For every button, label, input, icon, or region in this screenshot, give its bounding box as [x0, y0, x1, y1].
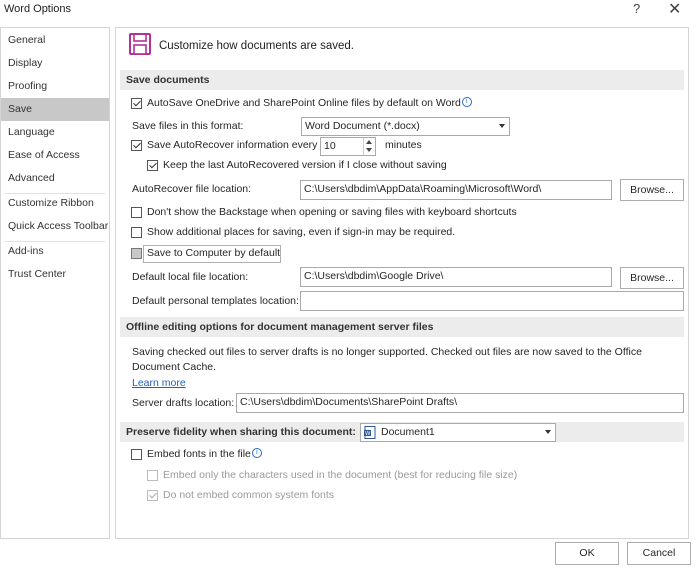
- sidebar: General Display Proofing Save Language E…: [0, 27, 110, 539]
- sidebar-item-proofing[interactable]: Proofing: [1, 75, 109, 98]
- autorecover-checkbox[interactable]: [131, 140, 142, 151]
- cancel-button[interactable]: Cancel: [627, 542, 691, 565]
- autorecover-location-input[interactable]: C:\Users\dbdim\AppData\Roaming\Microsoft…: [300, 180, 612, 200]
- save-to-computer-checkbox[interactable]: [131, 248, 142, 259]
- autosave-row: AutoSave OneDrive and SharePoint Online …: [147, 97, 472, 109]
- offline-notice: Saving checked out files to server draft…: [132, 346, 642, 373]
- drafts-value: C:\Users\dbdim\Documents\SharePoint Draf…: [240, 396, 458, 408]
- sidebar-item-ease-of-access[interactable]: Ease of Access: [1, 144, 109, 167]
- chevron-down-icon: [545, 430, 551, 434]
- sidebar-item-add-ins[interactable]: Add-ins: [1, 240, 109, 263]
- close-button[interactable]: ✕: [668, 0, 681, 19]
- no-common-fonts-label: Do not embed common system fonts: [163, 489, 334, 501]
- title-bar: Word Options ? ✕: [0, 0, 696, 22]
- sidebar-item-quick-access-toolbar[interactable]: Quick Access Toolbar: [1, 215, 109, 238]
- spinner-arrows-icon[interactable]: [363, 138, 375, 155]
- browse-local-button[interactable]: Browse...: [620, 267, 684, 289]
- format-value: Word Document (*.docx): [305, 120, 420, 132]
- sidebar-item-trust-center[interactable]: Trust Center: [1, 263, 109, 286]
- autorecover-label: Save AutoRecover information every: [147, 139, 318, 151]
- default-local-label: Default local file location:: [132, 271, 249, 283]
- chevron-down-icon: [499, 124, 505, 128]
- word-document-icon: W: [364, 426, 376, 439]
- info-icon[interactable]: i: [461, 97, 472, 107]
- sidebar-item-display[interactable]: Display: [1, 52, 109, 75]
- embed-fonts-label: Embed fonts in the file: [147, 448, 251, 460]
- sidebar-item-general[interactable]: General: [1, 29, 109, 52]
- sidebar-item-customize-ribbon[interactable]: Customize Ribbon: [1, 192, 109, 215]
- save-to-computer-label: Save to Computer by default: [147, 247, 281, 259]
- embed-chars-label: Embed only the characters used in the do…: [163, 469, 518, 481]
- no-common-fonts-checkbox[interactable]: [147, 490, 158, 501]
- page-header: Customize how documents are saved.: [159, 40, 354, 52]
- keep-last-label: Keep the last AutoRecovered version if I…: [163, 159, 447, 171]
- window-title: Word Options: [4, 3, 72, 15]
- templates-input[interactable]: [300, 291, 684, 311]
- keep-last-checkbox[interactable]: [147, 160, 158, 171]
- additional-places-label: Show additional places for saving, even …: [147, 226, 456, 238]
- autorecover-location-label: AutoRecover file location:: [132, 183, 252, 195]
- default-local-value: C:\Users\dbdim\Google Drive\: [304, 270, 444, 282]
- templates-label: Default personal templates location:: [132, 295, 299, 307]
- format-dropdown[interactable]: Word Document (*.docx): [301, 117, 510, 136]
- sidebar-item-save[interactable]: Save: [1, 98, 109, 121]
- autosave-checkbox[interactable]: [131, 98, 142, 109]
- section-offline-editing: Offline editing options for document man…: [120, 317, 684, 337]
- autosave-label: AutoSave OneDrive and SharePoint Online …: [147, 97, 461, 109]
- browse-autorecover-button[interactable]: Browse...: [620, 179, 684, 201]
- ok-button[interactable]: OK: [555, 542, 619, 565]
- fidelity-title: Preserve fidelity when sharing this docu…: [126, 426, 356, 438]
- backstage-checkbox[interactable]: [131, 207, 142, 218]
- drafts-label: Server drafts location:: [132, 397, 235, 409]
- svg-text:W: W: [365, 431, 371, 437]
- backstage-label: Don't show the Backstage when opening or…: [147, 206, 517, 218]
- additional-places-checkbox[interactable]: [131, 227, 142, 238]
- autorecover-location-value: C:\Users\dbdim\AppData\Roaming\Microsoft…: [304, 183, 542, 195]
- drafts-input[interactable]: C:\Users\dbdim\Documents\SharePoint Draf…: [236, 393, 684, 413]
- autorecover-minutes-value: 10: [324, 140, 336, 152]
- embed-fonts-checkbox[interactable]: [131, 449, 142, 460]
- learn-more-link[interactable]: Learn more: [132, 377, 186, 389]
- document-value: Document1: [381, 426, 435, 438]
- minutes-label: minutes: [385, 139, 422, 151]
- floppy-disk-icon: [129, 33, 151, 55]
- sidebar-item-advanced[interactable]: Advanced: [1, 167, 109, 190]
- embed-chars-checkbox[interactable]: [147, 470, 158, 481]
- default-local-input[interactable]: C:\Users\dbdim\Google Drive\: [300, 267, 612, 287]
- info-icon[interactable]: i: [251, 448, 262, 458]
- section-save-documents: Save documents: [120, 70, 684, 90]
- embed-fonts-row: Embed fonts in the file i: [147, 448, 262, 460]
- format-label: Save files in this format:: [132, 120, 244, 132]
- autorecover-minutes-stepper[interactable]: 10: [320, 137, 376, 156]
- help-button[interactable]: ?: [633, 1, 640, 16]
- document-dropdown[interactable]: W Document1: [360, 423, 556, 442]
- sidebar-item-language[interactable]: Language: [1, 121, 109, 144]
